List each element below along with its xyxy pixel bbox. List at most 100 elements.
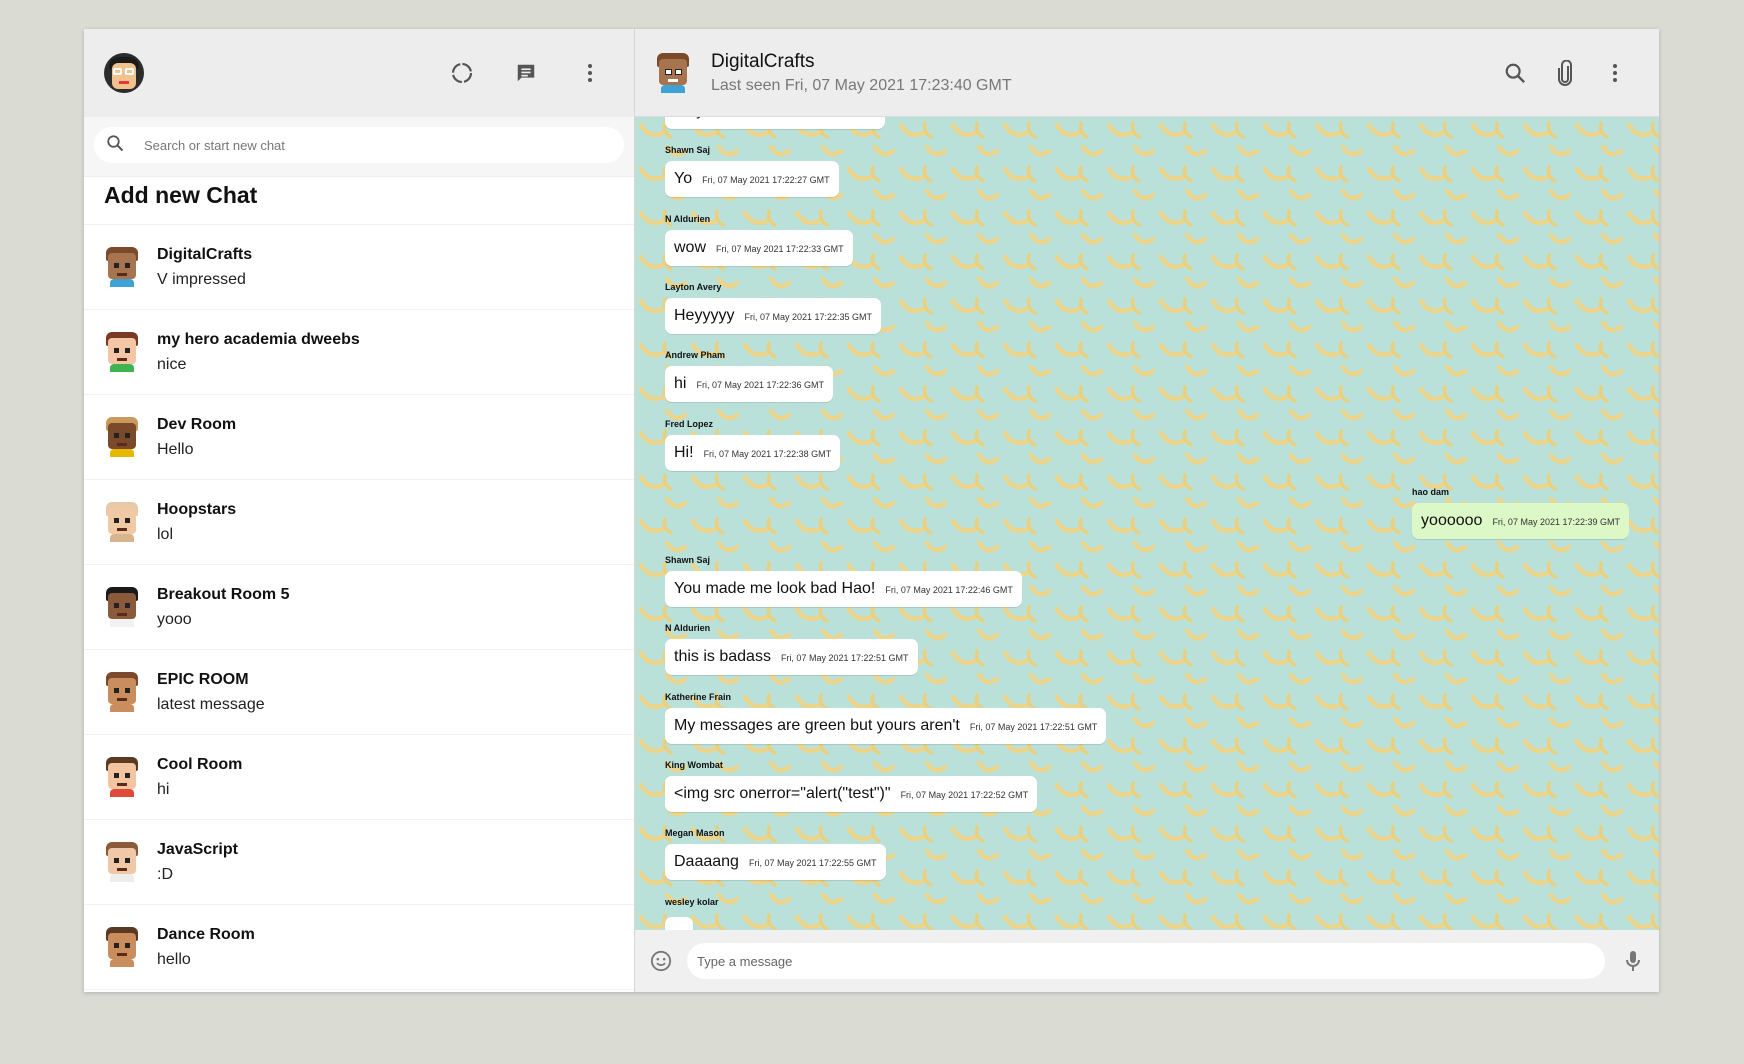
message-area[interactable]: .very coolFri, 07 May 2021 17:22:26 GMT S…: [635, 117, 1659, 930]
search-box: [94, 127, 624, 163]
message: N Aldurien this is badass Fri, 07 May 2021…: [665, 623, 918, 676]
message-time: Fri, 07 May 2021 17:22:36 GMT: [696, 380, 825, 391]
message: Layton Avery Heyyyyy Fri, 07 May 2021 17:2…: [665, 281, 882, 334]
message-bubble[interactable]: My messages are green but yours aren't Fr…: [665, 707, 1107, 744]
message-sender: hao dam: [1412, 486, 1450, 497]
chat-list-item[interactable]: my hero academia dweebs nice: [84, 310, 634, 395]
chat-name: Dance Room: [157, 925, 255, 943]
chat-list-item[interactable]: Hoopstars lol: [84, 480, 634, 565]
message-bubble[interactable]: Hi! Fri, 07 May 2021 17:22:38 GMT: [665, 434, 841, 471]
message: Shawn Saj You made me look bad Hao! Fri, 0…: [665, 555, 1022, 608]
message-text: Daaaang: [674, 853, 739, 871]
menu-icon[interactable]: [576, 59, 604, 87]
chat-list-item[interactable]: Breakout Room 5 yooo: [84, 565, 634, 650]
chat-list-item[interactable]: Cool Room hi: [84, 735, 634, 820]
message-sender: Megan Mason: [665, 828, 725, 839]
message-time: Fri, 07 May 2021 17:22:52 GMT: [900, 790, 1029, 800]
message: Fred Lopez Hi! Fri, 07 May 2021 17:22:38 G…: [665, 418, 841, 471]
status-icon[interactable]: [448, 59, 476, 87]
chat-avatar: [104, 332, 140, 372]
chat-avatar: [104, 757, 140, 797]
search-icon: [106, 134, 124, 157]
message: hao dam yoooooo Fri, 07 May 2021 17:22:39 …: [1412, 487, 1629, 539]
message-bubble[interactable]: You made me look bad Hao! Fri, 07 May 202…: [665, 571, 1022, 608]
chat-list-item[interactable]: Dev Room Hello: [84, 395, 634, 480]
message: .very coolFri, 07 May 2021 17:22:26 GMT: [665, 117, 885, 129]
last-seen-status: Last seen Fri, 07 May 2021 17:23:40 GMT: [711, 76, 1012, 94]
attach-icon[interactable]: [1551, 59, 1579, 87]
message-bubble[interactable]: wow Fri, 07 May 2021 17:22:33 GMT: [665, 229, 853, 266]
chat-avatar: [104, 927, 140, 967]
message-time: Fri, 07 May 2021 17:22:33 GMT: [716, 243, 844, 254]
message-bubble[interactable]: yoooooo Fri, 07 May 2021 17:22:39 GMT: [1412, 502, 1629, 539]
chat-name: Dev Room: [157, 415, 237, 433]
message-sender: Shawn Saj: [665, 555, 711, 566]
microphone-icon[interactable]: [1619, 947, 1647, 975]
search-input[interactable]: [144, 137, 614, 153]
message-bubble[interactable]: Daaaang Fri, 07 May 2021 17:22:55 GMT: [665, 844, 886, 881]
chat-avatar: [104, 672, 140, 712]
message: King Wombat <img src onerror="alert("test…: [665, 760, 1038, 812]
message-sender: Layton Avery: [665, 281, 722, 292]
chat-name: JavaScript: [157, 840, 238, 858]
new-chat-icon[interactable]: [512, 59, 540, 87]
message-bubble[interactable]: very coolFri, 07 May 2021 17:22:26 GMT: [665, 117, 885, 129]
message-text: <img src onerror="alert("test")": [674, 785, 891, 802]
add-new-chat-label: Add new Chat: [104, 182, 258, 208]
message-text: this is badass: [674, 648, 771, 666]
chat-avatar: [104, 502, 140, 542]
message-text: hi: [674, 375, 687, 393]
chat-list-item[interactable]: JavaScript:D: [84, 820, 634, 905]
message-bubble[interactable]: hi Fri, 07 May 2021 17:22:36 GMT: [665, 366, 834, 403]
emoji-icon[interactable]: [647, 947, 675, 975]
message-time: Fri, 07 May 2021 17:22:55 GMT: [748, 858, 877, 869]
message-sender: Katherine Frain: [665, 691, 732, 702]
sidebar: Add new Chat DigitalCrafts V impressed my …: [84, 29, 635, 992]
chat-last-message: latest message: [157, 695, 265, 713]
chat-app: Add new Chat DigitalCrafts V impressed my …: [84, 29, 1659, 992]
message: wesley kolar: [665, 897, 719, 930]
message-time: Fri, 07 May 2021 17:22:39 GMT: [1492, 516, 1620, 527]
chat-name: EPIC ROOM: [157, 670, 249, 688]
add-new-chat[interactable]: Add new Chat: [84, 177, 634, 225]
chat-list-item[interactable]: DigitalCrafts V impressed: [84, 225, 634, 310]
chat-last-message: Hello: [157, 440, 194, 458]
chat-last-message: hello: [157, 950, 191, 968]
message-time: Fri, 07 May 2021 17:22:38 GMT: [703, 448, 832, 459]
message-sender: King Wombat: [665, 760, 723, 770]
search-icon[interactable]: [1501, 59, 1529, 87]
conversation-avatar[interactable]: [655, 52, 691, 93]
chat-name: Hoopstars: [157, 500, 237, 518]
chat-name: Breakout Room 5: [157, 585, 290, 603]
chat-list-item[interactable]: Dance Room hello: [84, 905, 634, 990]
message-sender: N Aldurien: [665, 213, 711, 224]
chat-list-item[interactable]: EPIC ROOM latest message: [84, 650, 634, 735]
message: Shawn Saj Yo Fri, 07 May 2021 17:22:27 GMT: [665, 145, 839, 198]
message-time: Fri, 07 May 2021 17:22:51 GMT: [969, 721, 1098, 732]
message: N Aldurien wow Fri, 07 May 2021 17:22:33 G…: [665, 214, 853, 266]
message-input[interactable]: [687, 943, 1605, 979]
message-bubble[interactable]: [665, 916, 693, 930]
message-sender: Fred Lopez: [665, 418, 714, 429]
message-time: Fri, 07 May 2021 17:22:46 GMT: [885, 585, 1013, 596]
message-bubble[interactable]: <img src onerror="alert("test")" Fri, 07 …: [665, 776, 1038, 812]
chat-name: Cool Room: [157, 755, 243, 773]
chat-last-message: V impressed: [157, 270, 246, 288]
message-time: Fri, 07 May 2021 17:22:27 GMT: [702, 175, 830, 186]
message-text: wow: [674, 238, 707, 256]
message-text: Yo: [674, 170, 693, 188]
message: Katherine Frain My messages are green but…: [665, 691, 1107, 744]
message-text: very cool: [674, 117, 738, 120]
user-avatar[interactable]: [104, 53, 144, 93]
message-time: Fri, 07 May 2021 17:22:51 GMT: [780, 653, 909, 664]
search-bar: [84, 117, 634, 177]
chat-avatar: [104, 247, 140, 287]
message-bubble[interactable]: Heyyyyy Fri, 07 May 2021 17:22:35 GMT: [665, 297, 882, 334]
message-bubble[interactable]: Yo Fri, 07 May 2021 17:22:27 GMT: [665, 161, 839, 198]
message-sender: wesley kolar: [665, 896, 719, 907]
message: Andrew Pham hi Fri, 07 May 2021 17:22:36 G…: [665, 350, 834, 403]
message-bubble[interactable]: this is badass Fri, 07 May 2021 17:22:51 …: [665, 639, 918, 676]
menu-icon[interactable]: [1601, 59, 1629, 87]
chat-avatar: [104, 587, 140, 627]
chat-last-message: hi: [157, 780, 170, 798]
